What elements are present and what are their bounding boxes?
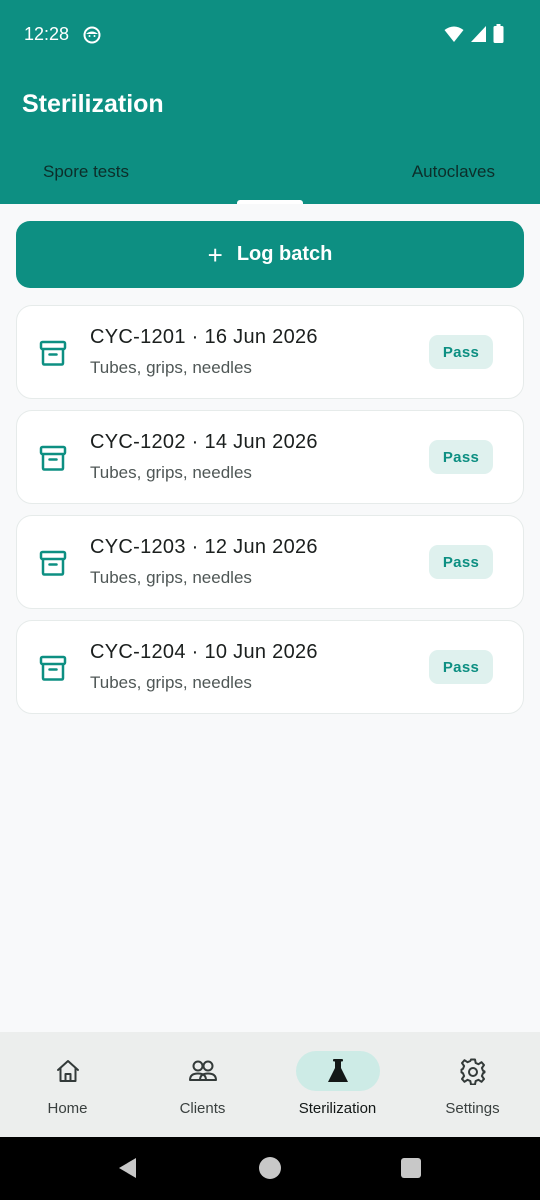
nav-item-settings[interactable]: Settings bbox=[405, 1032, 540, 1137]
archive-box-icon bbox=[39, 340, 67, 366]
status-time: 12:28 bbox=[24, 24, 70, 44]
status-badge: Pass bbox=[429, 545, 493, 579]
system-nav-bar bbox=[0, 1137, 540, 1200]
cycle-title: CYC-1202 · 14 Jun 2026 bbox=[90, 431, 318, 453]
bottom-nav: Home Clients Sterilization Settings bbox=[0, 1032, 540, 1137]
status-icons bbox=[444, 24, 504, 43]
cycle-card[interactable]: CYC-1203 · 12 Jun 2026 Tubes, grips, nee… bbox=[16, 515, 524, 609]
cycle-items: Tubes, grips, needles bbox=[90, 463, 252, 482]
home-icon bbox=[56, 1060, 79, 1082]
cycle-card[interactable]: CYC-1204 · 10 Jun 2026 Tubes, grips, nee… bbox=[16, 620, 524, 714]
recents-icon[interactable] bbox=[401, 1158, 421, 1178]
tab-spore-tests[interactable]: Spore tests bbox=[43, 162, 129, 182]
log-batch-button[interactable]: + Log batch bbox=[16, 221, 524, 288]
cycle-items: Tubes, grips, needles bbox=[90, 673, 252, 692]
nav-label-clients: Clients bbox=[179, 1100, 226, 1117]
wifi-icon bbox=[444, 26, 464, 42]
nav-icon-container bbox=[161, 1051, 245, 1091]
archive-box-icon bbox=[39, 550, 67, 576]
status-badge: Pass bbox=[429, 650, 493, 684]
nav-item-home[interactable]: Home bbox=[0, 1032, 135, 1137]
nav-icon-container bbox=[431, 1051, 515, 1091]
nav-item-sterilization[interactable]: Sterilization bbox=[270, 1032, 405, 1137]
archive-box-icon bbox=[39, 655, 67, 681]
flask-icon bbox=[327, 1059, 348, 1082]
nav-icon-container bbox=[26, 1051, 110, 1091]
people-icon bbox=[188, 1060, 217, 1081]
cycle-card[interactable]: CYC-1202 · 14 Jun 2026 Tubes, grips, nee… bbox=[16, 410, 524, 504]
nav-label-sterilization: Sterilization bbox=[298, 1100, 377, 1117]
app-bar: Sterilization Spore tests Autoclaves bbox=[0, 70, 540, 204]
back-icon[interactable] bbox=[118, 1157, 138, 1179]
page-title: Sterilization bbox=[22, 90, 164, 118]
home-circle-icon[interactable] bbox=[259, 1157, 281, 1179]
plus-icon: + bbox=[207, 239, 223, 270]
nav-label-home: Home bbox=[47, 1100, 88, 1117]
signal-icon bbox=[471, 25, 486, 42]
nav-icon-container bbox=[295, 1051, 380, 1091]
cycle-title: CYC-1203 · 12 Jun 2026 bbox=[90, 536, 318, 558]
tab-autoclaves[interactable]: Autoclaves bbox=[412, 162, 495, 182]
cycle-items: Tubes, grips, needles bbox=[90, 358, 252, 377]
cycle-card[interactable]: CYC-1201 · 16 Jun 2026 Tubes, grips, nee… bbox=[16, 305, 524, 399]
face-icon bbox=[83, 26, 101, 44]
nav-label-settings: Settings bbox=[445, 1100, 500, 1117]
cycle-title: CYC-1204 · 10 Jun 2026 bbox=[90, 641, 318, 663]
content-area: + Log batch CYC-1201 · 16 Jun 2026 Tubes… bbox=[0, 204, 540, 1032]
status-badge: Pass bbox=[429, 440, 493, 474]
status-bar: 12:28 bbox=[0, 0, 540, 70]
cycle-title: CYC-1201 · 16 Jun 2026 bbox=[90, 326, 318, 348]
nav-item-clients[interactable]: Clients bbox=[135, 1032, 270, 1137]
battery-icon bbox=[493, 24, 504, 43]
archive-box-icon bbox=[39, 445, 67, 471]
status-badge: Pass bbox=[429, 335, 493, 369]
cycle-items: Tubes, grips, needles bbox=[90, 568, 252, 587]
gear-icon bbox=[460, 1058, 485, 1085]
log-batch-label: Log batch bbox=[236, 243, 333, 265]
